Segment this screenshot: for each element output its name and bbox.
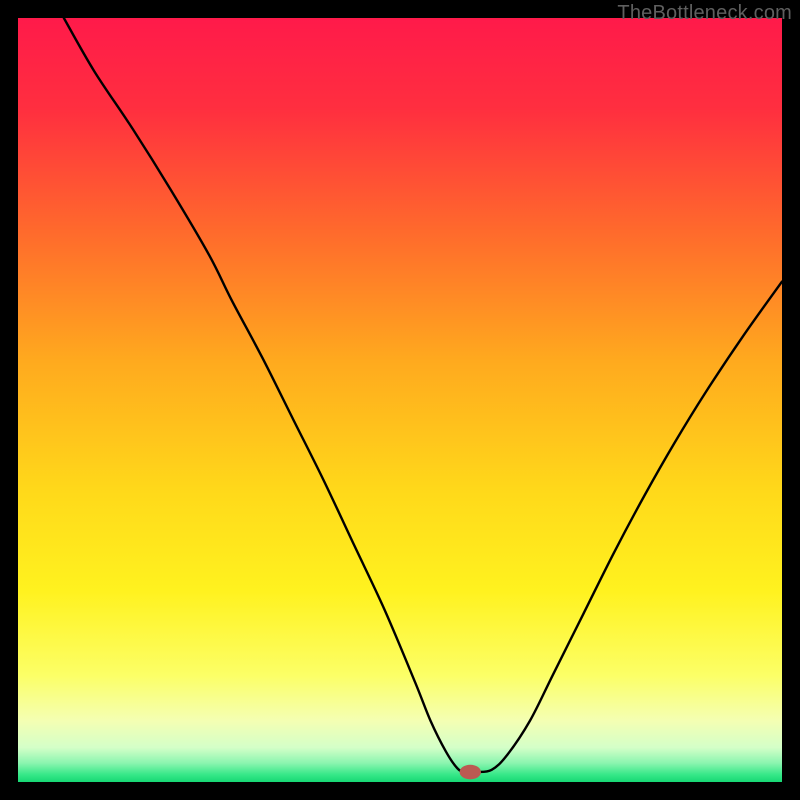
optimal-point-marker [460, 765, 481, 780]
watermark-text: TheBottleneck.com [617, 2, 792, 25]
bottleneck-chart [18, 18, 782, 782]
gradient-background [18, 18, 782, 782]
chart-frame: TheBottleneck.com [0, 0, 800, 800]
plot-area [18, 18, 782, 782]
